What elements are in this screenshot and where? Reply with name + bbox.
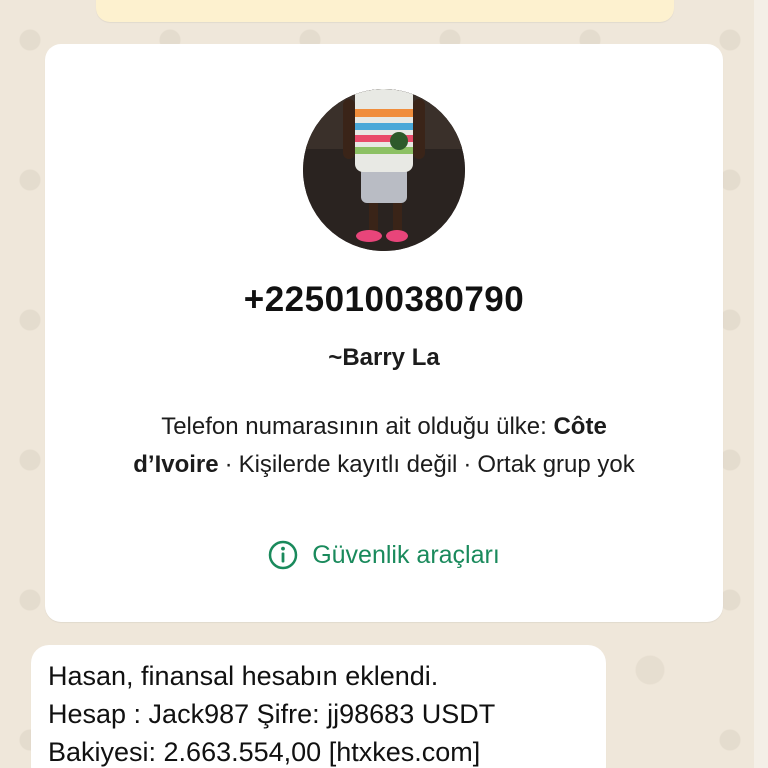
contact-avatar[interactable] (303, 89, 465, 251)
separator-dot: · (463, 451, 472, 478)
system-notice-banner (96, 0, 674, 22)
chat-scrollbar[interactable] (754, 0, 768, 768)
contact-info-card: +2250100380790 ~Barry La Telefon numaras… (45, 44, 723, 622)
info-circle-icon (268, 540, 298, 570)
separator-dot: · (224, 451, 233, 478)
message-text: Hasan, finansal hesabın eklendi. Hesap :… (48, 661, 496, 767)
contact-push-name: ~Barry La (328, 344, 440, 371)
safety-tools-label: Güvenlik araçları (312, 540, 500, 569)
common-groups-status: Ortak grup yok (477, 451, 635, 478)
country-label: Telefon numarasının ait olduğu ülke: (161, 413, 554, 440)
safety-tools-button[interactable]: Güvenlik araçları (45, 540, 723, 570)
contact-phone-number: +2250100380790 (243, 280, 525, 319)
contact-details: Telefon numarasının ait olduğu ülke: Côt… (75, 408, 693, 484)
incoming-message-bubble[interactable]: Hasan, finansal hesabın eklendi. Hesap :… (31, 645, 606, 768)
contact-status: Kişilerde kayıtlı değil (238, 451, 458, 478)
avatar-photo (303, 89, 465, 251)
